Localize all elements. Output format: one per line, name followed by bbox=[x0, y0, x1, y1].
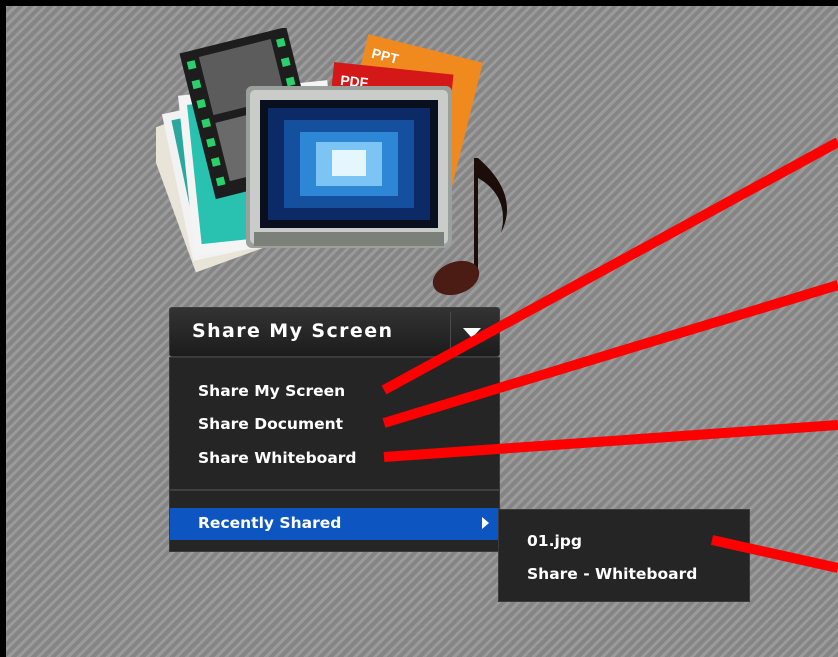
triangle-down-icon[interactable] bbox=[463, 328, 481, 338]
menu-item-share-document[interactable]: Share Document bbox=[198, 415, 343, 433]
triangle-right-icon bbox=[482, 517, 489, 529]
frame-left bbox=[0, 0, 6, 657]
submenu-item-01-jpg[interactable]: 01.jpg bbox=[527, 532, 582, 550]
menu-separator bbox=[170, 489, 499, 491]
monitor-icon bbox=[246, 86, 452, 248]
menu-item-share-my-screen[interactable]: Share My Screen bbox=[198, 382, 345, 400]
menu-item-recently-shared[interactable]: Recently Shared bbox=[170, 508, 499, 540]
menu-item-share-whiteboard[interactable]: Share Whiteboard bbox=[198, 449, 357, 467]
share-button-label: Share My Screen bbox=[192, 320, 394, 342]
recently-shared-submenu: 01.jpg Share - Whiteboard bbox=[498, 509, 750, 602]
share-pod-media-icon: PPT PDF bbox=[156, 28, 508, 296]
frame-top bbox=[0, 0, 838, 6]
recently-shared-label: Recently Shared bbox=[198, 514, 342, 532]
submenu-item-share-whiteboard[interactable]: Share - Whiteboard bbox=[527, 565, 697, 583]
button-divider bbox=[450, 312, 451, 352]
share-my-screen-button[interactable]: Share My Screen bbox=[169, 307, 500, 357]
share-menu: Share My Screen Share Document Share Whi… bbox=[169, 357, 500, 552]
